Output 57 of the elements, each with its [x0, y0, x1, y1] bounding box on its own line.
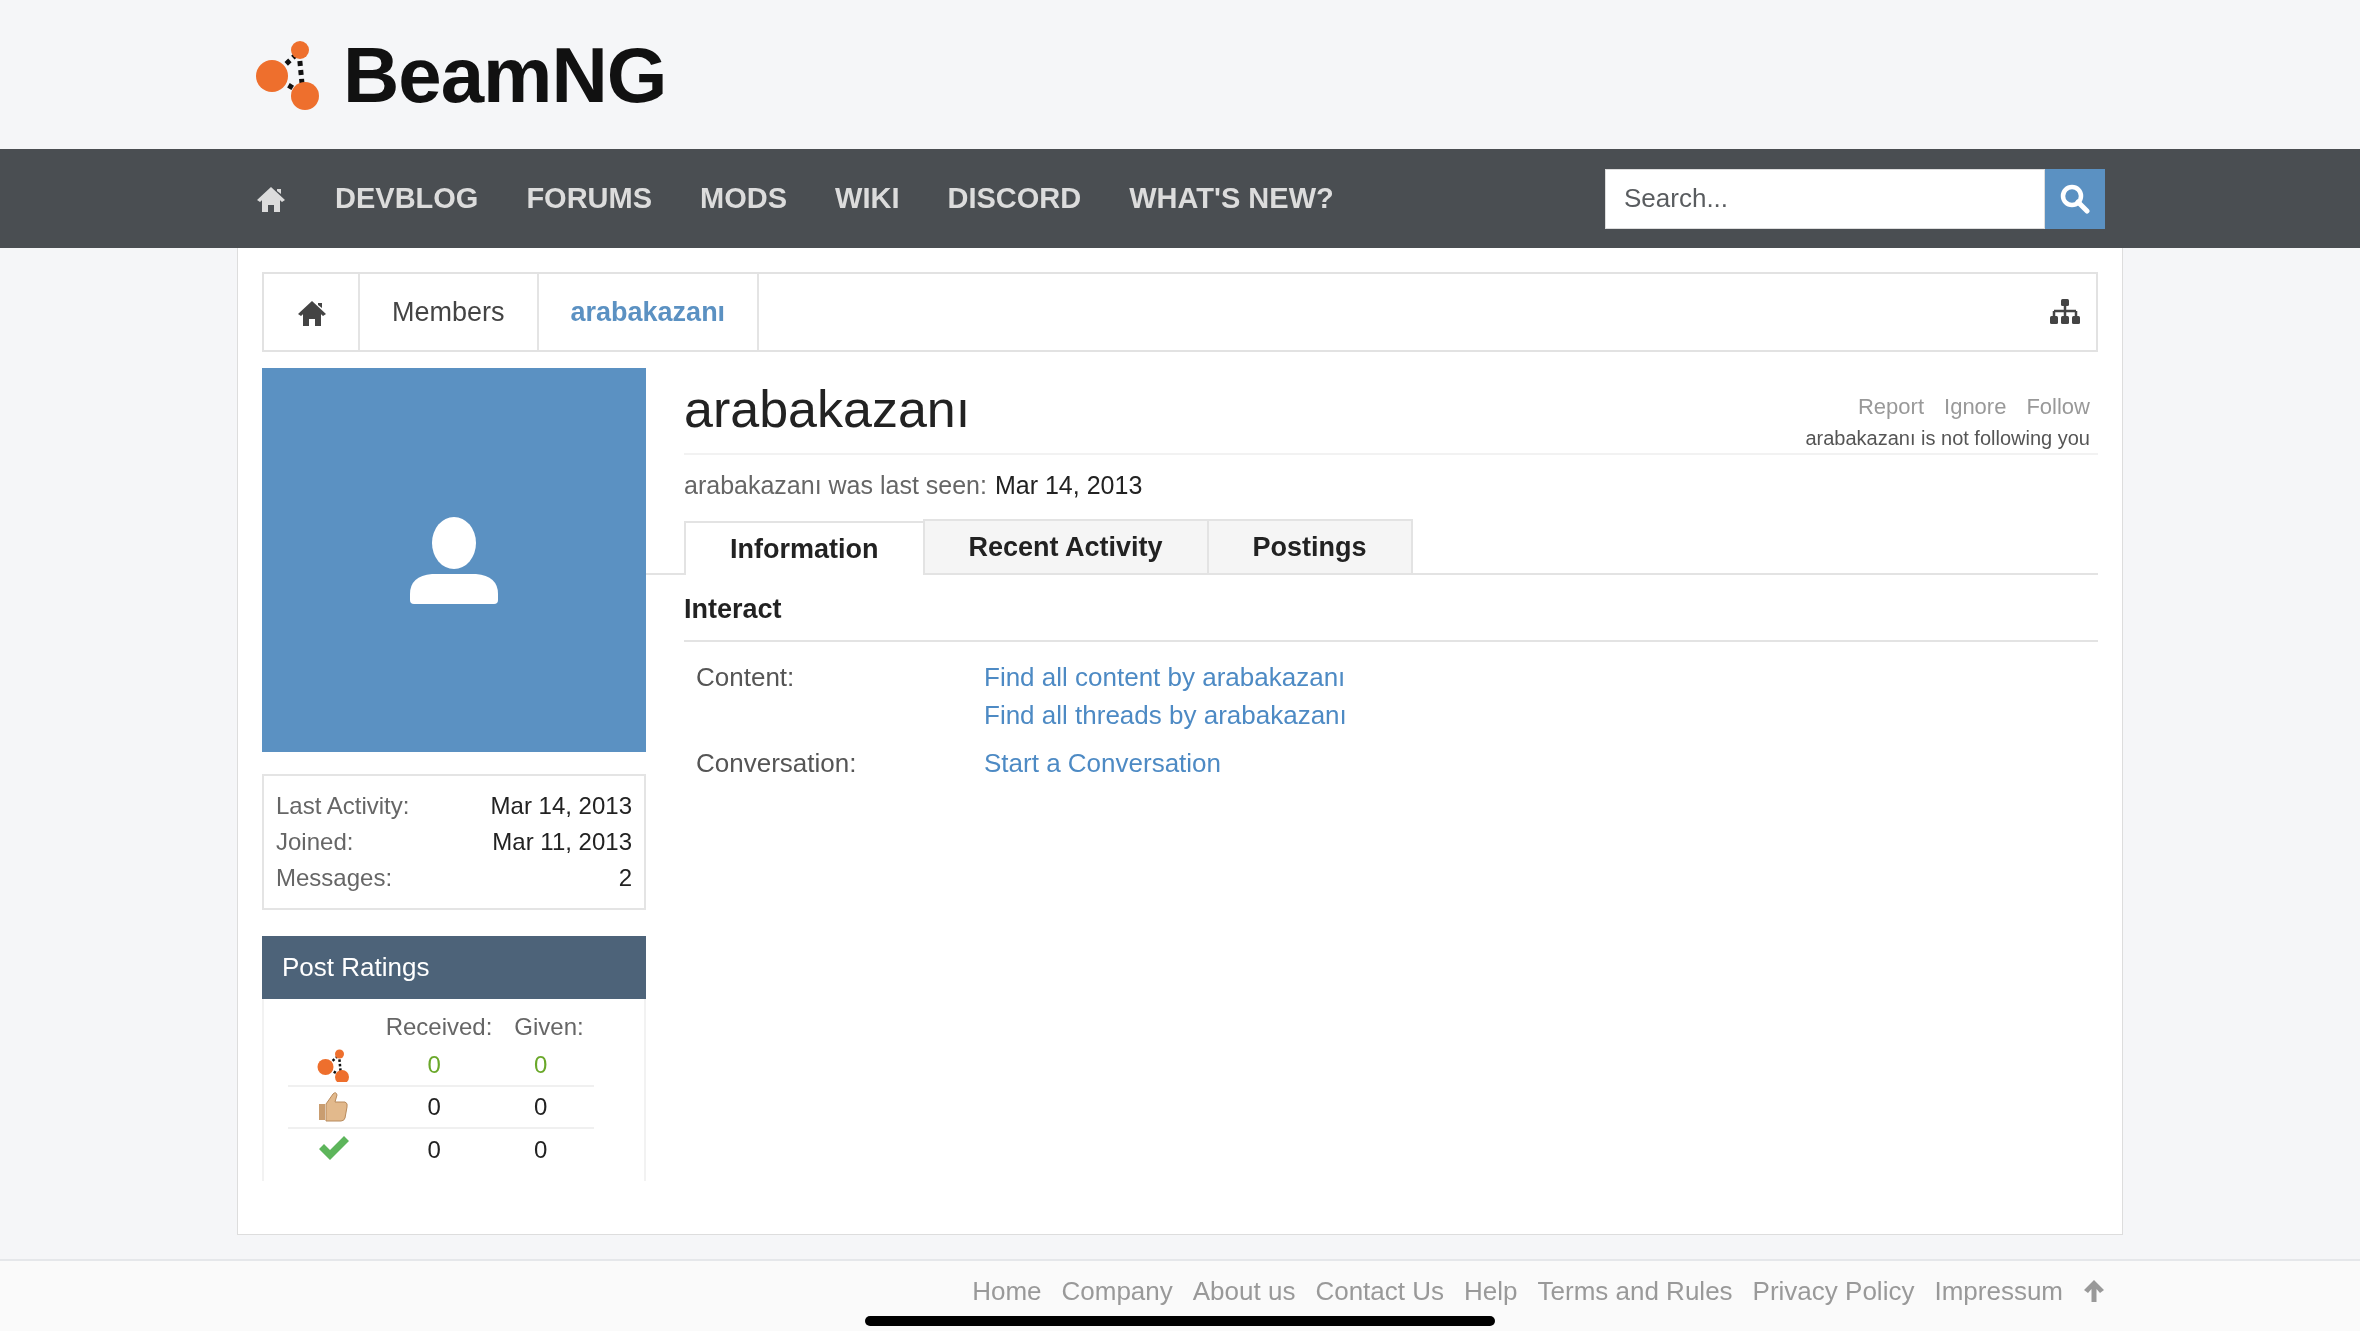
action-link[interactable]: Ignore [1944, 390, 2007, 423]
search-button[interactable] [2045, 168, 2105, 229]
footer-link[interactable]: Help [1464, 1271, 1518, 1311]
action-link[interactable]: Report [1858, 390, 1925, 423]
stat-value: Mar 11, 2013 [492, 827, 632, 857]
nav-link[interactable]: WIKI [835, 176, 900, 221]
logo-text: BeamNG [343, 35, 667, 114]
search-field[interactable]: Search... [1605, 168, 2045, 229]
tab[interactable]: Recent Activity [922, 518, 1209, 573]
home-icon [296, 298, 326, 326]
footer-link[interactable]: Contact Us [1315, 1271, 1445, 1311]
section-heading: Interact [684, 575, 2098, 642]
footer-link[interactable]: Company [1061, 1271, 1173, 1311]
panel-header: Post Ratings [262, 936, 646, 999]
footer-link[interactable]: Home [972, 1271, 1042, 1311]
field-label: Conversation: [696, 747, 857, 778]
stat-value: Mar 14, 2013 [490, 791, 632, 821]
beamng-logo-icon [317, 1048, 352, 1082]
search-icon [2060, 183, 2090, 214]
rating-count: 0 [533, 1135, 549, 1165]
rating-count: 0 [426, 1135, 442, 1165]
footer-link[interactable]: Privacy Policy [1752, 1271, 1915, 1311]
rating-count: 0 [533, 1050, 549, 1080]
user-icon [410, 516, 498, 604]
stat-label: Last Activity: [276, 791, 410, 821]
last-seen-label: arabakazanı was last seen: [684, 470, 987, 501]
tab[interactable]: Postings [1206, 518, 1413, 573]
stat-value: 2 [618, 863, 632, 893]
up-arrow-icon [2083, 1279, 2105, 1303]
action-link[interactable]: Follow [2026, 390, 2090, 423]
nav-link[interactable]: MODS [700, 176, 788, 221]
nav-link[interactable]: WHAT'S NEW? [1129, 176, 1334, 221]
rating-count: 0 [426, 1092, 442, 1122]
link[interactable]: Find all content by arabakazanı [984, 657, 1347, 696]
stat-label: Joined: [276, 827, 354, 857]
column-header: Given: [513, 1012, 585, 1042]
rating-count: 0 [426, 1050, 442, 1080]
nav-link[interactable]: DISCORD [947, 176, 1082, 221]
tab[interactable]: Information [684, 520, 925, 575]
back-to-top-link[interactable] [2083, 1279, 2105, 1303]
breadcrumb-link[interactable]: arabakazanı [538, 274, 760, 350]
username-heading: arabakazanı [684, 379, 971, 440]
link[interactable]: Start a Conversation [984, 743, 1221, 782]
follow-status: arabakazanı is not following you [1805, 426, 2090, 451]
nav-link[interactable]: FORUMS [526, 176, 653, 221]
link[interactable]: Find all threads by arabakazanı [984, 695, 1347, 734]
footer-link[interactable]: About us [1192, 1271, 1296, 1311]
footer-link[interactable]: Terms and Rules [1537, 1271, 1733, 1311]
nav-link[interactable]: DEVBLOG [335, 176, 479, 221]
sitemap-icon [2050, 299, 2080, 325]
field-label: Content: [696, 661, 795, 692]
last-seen-date: Mar 14, 2013 [994, 470, 1143, 501]
column-header: Received: [384, 1012, 494, 1042]
footer-link[interactable]: Impressum [1934, 1271, 2063, 1311]
breadcrumb-link[interactable]: Members [360, 274, 539, 350]
stat-label: Messages: [276, 863, 393, 893]
rating-count: 0 [533, 1092, 549, 1122]
